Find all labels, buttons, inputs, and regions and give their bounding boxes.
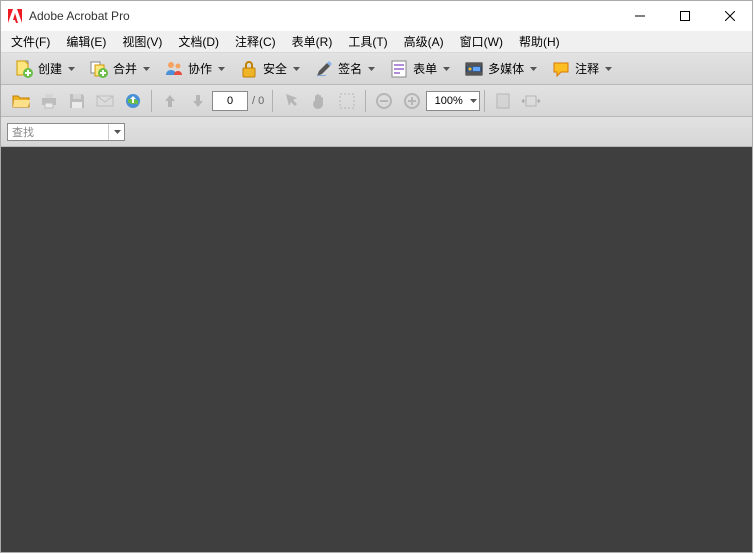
zoom-combo[interactable] <box>426 91 480 111</box>
arrow-down-icon <box>188 91 208 111</box>
dropdown-icon <box>443 67 450 71</box>
next-page-button[interactable] <box>185 88 211 114</box>
separator <box>151 90 152 112</box>
email-button[interactable] <box>92 88 118 114</box>
minimize-button[interactable] <box>617 1 662 31</box>
sign-label: 签名 <box>338 60 362 77</box>
menu-bar: 文件(F) 编辑(E) 视图(V) 文档(D) 注释(C) 表单(R) 工具(T… <box>1 31 752 53</box>
title-bar: Adobe Acrobat Pro <box>1 1 752 31</box>
dropdown-icon <box>530 67 537 71</box>
dropdown-icon <box>368 67 375 71</box>
minus-circle-icon <box>374 91 394 111</box>
multimedia-label: 多媒体 <box>488 60 524 77</box>
fit-page-button[interactable] <box>490 88 516 114</box>
zoom-in-button[interactable] <box>399 88 425 114</box>
print-button[interactable] <box>36 88 62 114</box>
combine-label: 合并 <box>113 60 137 77</box>
separator <box>484 90 485 112</box>
envelope-icon <box>95 91 115 111</box>
zoom-out-button[interactable] <box>371 88 397 114</box>
menu-window[interactable]: 窗口(W) <box>452 31 511 52</box>
page-total-label: / 0 <box>252 95 264 107</box>
comment-label: 注释 <box>575 60 599 77</box>
comment-button[interactable]: 注释 <box>544 56 619 82</box>
collaborate-label: 协作 <box>188 60 212 77</box>
globe-upload-icon <box>123 91 143 111</box>
sign-button[interactable]: 签名 <box>307 56 382 82</box>
separator <box>272 90 273 112</box>
sign-pen-icon <box>314 59 334 79</box>
file-toolbar: / 0 <box>1 85 752 117</box>
forms-button[interactable]: 表单 <box>382 56 457 82</box>
marquee-icon <box>337 91 357 111</box>
document-area <box>1 147 752 552</box>
menu-file[interactable]: 文件(F) <box>3 31 58 52</box>
prev-page-button[interactable] <box>157 88 183 114</box>
fit-page-icon <box>493 91 513 111</box>
plus-circle-icon <box>402 91 422 111</box>
comment-icon <box>551 59 571 79</box>
secure-label: 安全 <box>263 60 287 77</box>
select-tool-button[interactable] <box>278 88 304 114</box>
dropdown-icon <box>143 67 150 71</box>
app-logo-icon <box>7 8 23 24</box>
maximize-button[interactable] <box>662 1 707 31</box>
share-button[interactable] <box>120 88 146 114</box>
folder-open-icon <box>11 91 31 111</box>
printer-icon <box>39 91 59 111</box>
find-input[interactable] <box>8 126 108 138</box>
lock-icon <box>239 59 259 79</box>
dropdown-icon <box>114 130 121 134</box>
menu-tools[interactable]: 工具(T) <box>340 31 395 52</box>
cursor-icon <box>281 91 301 111</box>
arrow-up-icon <box>160 91 180 111</box>
dropdown-icon <box>218 67 225 71</box>
combine-icon <box>89 59 109 79</box>
forms-label: 表单 <box>413 60 437 77</box>
open-button[interactable] <box>8 88 34 114</box>
secure-button[interactable]: 安全 <box>232 56 307 82</box>
menu-edit[interactable]: 编辑(E) <box>58 31 114 52</box>
menu-document[interactable]: 文档(D) <box>170 31 227 52</box>
menu-comments[interactable]: 注释(C) <box>227 31 284 52</box>
dropdown-icon <box>293 67 300 71</box>
save-button[interactable] <box>64 88 90 114</box>
multimedia-icon <box>464 59 484 79</box>
dropdown-icon <box>605 67 612 71</box>
separator <box>365 90 366 112</box>
dropdown-icon <box>470 99 477 103</box>
find-box[interactable] <box>7 123 125 141</box>
save-icon <box>67 91 87 111</box>
hand-tool-button[interactable] <box>306 88 332 114</box>
create-button[interactable]: 创建 <box>7 56 82 82</box>
window-title: Adobe Acrobat Pro <box>29 9 617 23</box>
menu-view[interactable]: 视图(V) <box>114 31 170 52</box>
create-label: 创建 <box>38 60 62 77</box>
multimedia-button[interactable]: 多媒体 <box>457 56 544 82</box>
fit-width-button[interactable] <box>518 88 544 114</box>
combine-button[interactable]: 合并 <box>82 56 157 82</box>
close-button[interactable] <box>707 1 752 31</box>
menu-forms[interactable]: 表单(R) <box>284 31 341 52</box>
menu-help[interactable]: 帮助(H) <box>511 31 568 52</box>
collaborate-button[interactable]: 协作 <box>157 56 232 82</box>
tasks-toolbar: 创建 合并 协作 安全 签名 表单 多媒体 注释 <box>1 53 752 85</box>
menu-advanced[interactable]: 高级(A) <box>396 31 452 52</box>
fit-width-icon <box>521 91 541 111</box>
hand-icon <box>309 91 329 111</box>
forms-icon <box>389 59 409 79</box>
collaborate-icon <box>164 59 184 79</box>
find-dropdown-button[interactable] <box>108 124 124 140</box>
marquee-zoom-button[interactable] <box>334 88 360 114</box>
create-pdf-icon <box>14 59 34 79</box>
dropdown-icon <box>68 67 75 71</box>
page-number-input[interactable] <box>212 91 248 111</box>
find-toolbar <box>1 117 752 147</box>
zoom-input[interactable] <box>430 95 468 107</box>
